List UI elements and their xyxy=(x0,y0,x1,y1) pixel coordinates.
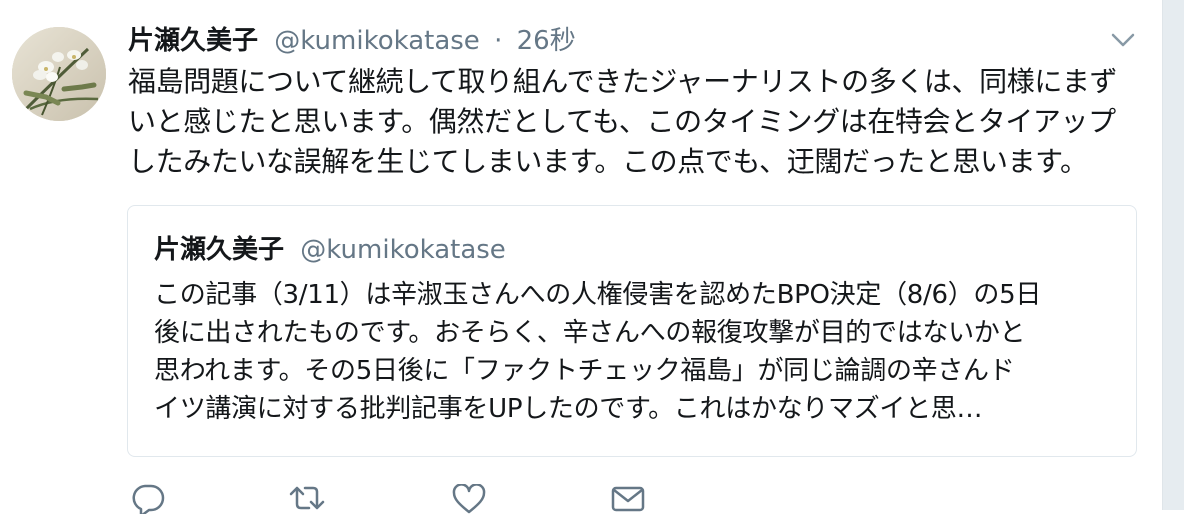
tweet-text-line: したみたいな誤解を生じてしまいます。この点でも、迂闊だったと思います。 xyxy=(128,145,1088,178)
quoted-tweet-header: 片瀬久美子 @kumikokatase xyxy=(154,232,506,268)
avatar-image xyxy=(12,27,106,121)
quoted-author-handle: @kumikokatase xyxy=(300,235,506,265)
chevron-down-icon[interactable] xyxy=(1108,28,1138,52)
avatar[interactable] xyxy=(12,27,106,121)
author-handle[interactable]: @kumikokatase xyxy=(274,26,480,56)
tweet-header: 片瀬久美子 @kumikokatase · 26秒 xyxy=(128,22,576,62)
tweet-text-line: いと感じたと思います。偶然だとしても、このタイミングは在特会とタイアップ xyxy=(128,105,1116,138)
quoted-text-line: この記事（3/11）は辛淑玉さんへの人権侵害を認めたBPO決定（8/6）の5日 xyxy=(154,280,1042,310)
separator-dot: · xyxy=(494,26,503,56)
timeline-border xyxy=(1162,0,1184,510)
quoted-text-line: イツ講演に対する批判記事をUPしたのです。これはかなりマズイと思… xyxy=(154,394,983,424)
quoted-text-line: 思われます。その5日後に「ファクトチェック福島」が同じ論調の辛さんド xyxy=(154,356,1015,386)
tweet-text: 福島問題について継続して取り組んできたジャーナリストの多くは、同様にまず いと感… xyxy=(128,62,1153,182)
quoted-tweet-card[interactable]: 片瀬久美子 @kumikokatase この記事（3/11）は辛淑玉さんへの人権… xyxy=(127,205,1137,457)
quoted-text-line: 後に出されたものです。おそらく、辛さんへの報復攻撃が目的ではないかと xyxy=(154,318,1026,348)
author-name[interactable]: 片瀬久美子 xyxy=(128,26,258,56)
timestamp-link[interactable]: 26秒 xyxy=(517,26,576,56)
tweet-text-line: 福島問題について継続して取り組んできたジャーナリストの多くは、同様にまず xyxy=(128,65,1118,98)
quoted-tweet-text: この記事（3/11）は辛淑玉さんへの人権侵害を認めたBPO決定（8/6）の5日 … xyxy=(154,276,1114,428)
quoted-author-name: 片瀬久美子 xyxy=(154,235,285,265)
tweet[interactable]: 片瀬久美子 @kumikokatase · 26秒 福島問題について継続して取り… xyxy=(0,0,1162,518)
